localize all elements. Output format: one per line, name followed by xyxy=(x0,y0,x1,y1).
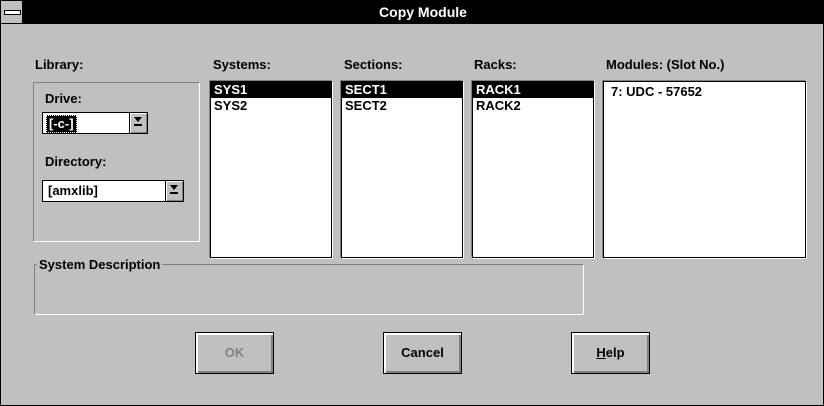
directory-dropdown-button[interactable] xyxy=(165,181,183,201)
drive-dropdown-button[interactable] xyxy=(129,113,147,133)
drive-combobox[interactable]: [-c-] xyxy=(42,112,148,134)
dropdown-arrow-icon xyxy=(134,117,142,122)
systems-item-sys1[interactable]: SYS1 xyxy=(211,82,331,98)
racks-item-rack2[interactable]: RACK2 xyxy=(473,98,593,114)
directory-label: Directory: xyxy=(45,154,107,169)
modules-label: Modules: (Slot No.) xyxy=(606,57,725,72)
system-menu-button[interactable] xyxy=(1,1,23,23)
dropdown-arrow-underline xyxy=(134,124,142,126)
dropdown-arrow-icon xyxy=(170,185,178,190)
sections-item-sect1[interactable]: SECT1 xyxy=(342,82,462,98)
systems-label: Systems: xyxy=(213,57,271,72)
window-title: Copy Module xyxy=(379,4,467,20)
library-label: Library: xyxy=(35,57,84,72)
modules-item-slot7[interactable]: 7: UDC - 57652 xyxy=(608,84,805,100)
sections-label: Sections: xyxy=(344,57,403,72)
help-label-rest: elp xyxy=(605,345,625,360)
dropdown-arrow-underline xyxy=(170,192,178,194)
drive-value: [-c-] xyxy=(46,115,77,133)
racks-item-rack1[interactable]: RACK1 xyxy=(473,82,593,98)
help-mnemonic: H xyxy=(596,345,606,360)
help-button[interactable]: Help xyxy=(571,332,650,374)
directory-value: [amxlib] xyxy=(48,183,98,198)
modules-listbox[interactable]: 7: UDC - 57652 xyxy=(603,81,806,258)
directory-combobox[interactable]: [amxlib] xyxy=(42,180,184,202)
sections-item-sect2[interactable]: SECT2 xyxy=(342,98,462,114)
drive-label: Drive: xyxy=(45,91,82,106)
systems-listbox[interactable]: SYS1 SYS2 xyxy=(210,81,332,258)
system-menu-icon xyxy=(4,10,21,15)
copy-module-dialog: Copy Module Library: Drive: [-c-] Direct… xyxy=(0,0,824,406)
cancel-button[interactable]: Cancel xyxy=(383,332,462,374)
systems-item-sys2[interactable]: SYS2 xyxy=(211,98,331,114)
racks-listbox[interactable]: RACK1 RACK2 xyxy=(472,81,594,258)
racks-label: Racks: xyxy=(474,57,517,72)
ok-button[interactable]: OK xyxy=(195,332,274,374)
title-bar: Copy Module xyxy=(1,1,823,24)
sections-listbox[interactable]: SECT1 SECT2 xyxy=(341,81,463,258)
system-description-label: System Description xyxy=(37,257,163,272)
